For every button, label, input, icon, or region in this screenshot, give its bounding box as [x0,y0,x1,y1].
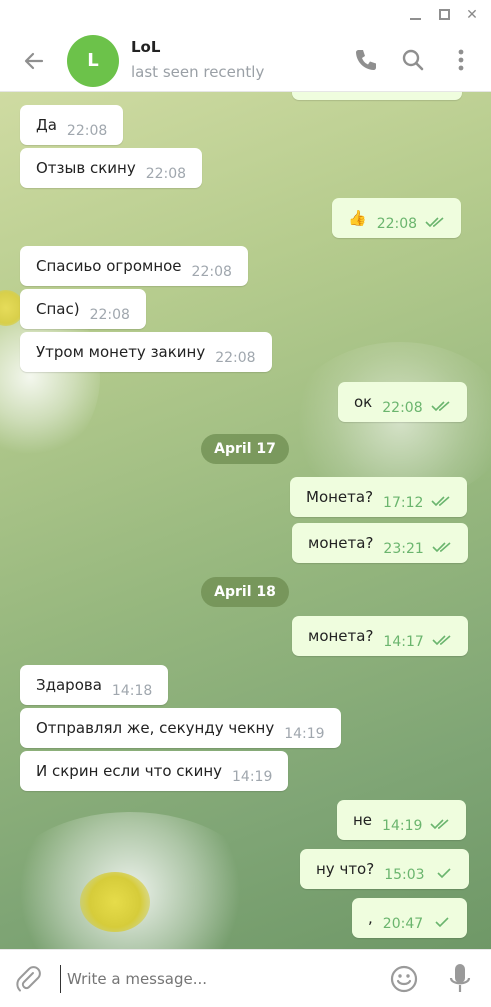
message-bubble-outgoing[interactable]: 👍 22:08 [332,198,462,238]
paperclip-icon[interactable] [14,964,42,994]
date-separator: April 18 [201,577,289,607]
double-check-icon [425,217,444,228]
chat-header: L LoL last seen recently [0,30,491,92]
message-text: Отправлял же, секунду чекну [36,719,275,737]
minimize-icon [410,18,421,20]
emoji-icon[interactable] [389,964,419,994]
message-text: Спас) [36,300,80,318]
message-text: , [368,909,373,927]
microphone-icon[interactable] [448,962,472,996]
phone-icon[interactable] [352,46,380,74]
maximize-button[interactable] [434,5,456,25]
message-bubble-outgoing[interactable]: ок 22:08 [338,382,467,422]
more-vertical-icon[interactable] [447,46,475,74]
chat-title[interactable]: LoL [131,38,160,56]
double-check-icon [431,401,450,412]
single-check-icon [435,917,449,928]
message-bubble-outgoing[interactable]: Монета? 17:12 [290,477,468,517]
close-button[interactable]: ✕ [461,5,483,25]
message-bubble-incoming[interactable]: Здарова 14:18 [20,665,169,705]
message-bubble-partial [292,92,462,100]
message-text: монета? [308,627,374,645]
message-time: 23:21 [383,541,424,557]
maximize-icon [439,9,450,20]
message-time: 14:19 [232,769,273,785]
message-time: 22:08 [215,350,256,366]
message-time: 14:18 [111,683,153,699]
message-bubble-incoming[interactable]: Отправлял же, секунду чекну 14:19 [20,708,341,748]
message-text: Отзыв скину [36,159,136,177]
double-check-icon [430,819,449,830]
date-separator: April 17 [201,434,289,464]
message-bubble-incoming[interactable]: Отзыв скину 22:08 [20,148,203,188]
single-check-icon [436,868,451,879]
message-time: 22:08 [89,307,130,323]
message-bubble-outgoing[interactable]: не 14:19 [337,800,467,840]
message-time: 22:08 [66,123,108,139]
message-time: 15:03 [384,867,425,883]
avatar[interactable]: L [67,35,119,87]
message-time: 17:12 [383,495,424,511]
message-text: И скрин если что скину [36,762,223,780]
message-time: 22:08 [376,216,418,232]
message-bubble-outgoing[interactable]: монета? 14:17 [292,616,468,656]
message-time: 22:08 [382,400,423,416]
double-check-icon [432,542,451,553]
message-time: 14:19 [382,818,423,834]
message-bubble-outgoing[interactable]: ну что? 15:03 [300,849,469,889]
double-check-icon [432,635,451,646]
message-time: 14:17 [383,634,424,650]
message-text: не [353,811,373,829]
double-check-icon [431,496,450,507]
message-bubble-incoming[interactable]: Да 22:08 [20,105,124,145]
message-input[interactable] [60,965,370,993]
message-text: Здарова [36,676,102,694]
message-text: Утром монету закину [36,343,206,361]
message-time: 22:08 [191,264,232,280]
message-text: монета? [308,534,374,552]
message-list: Да 22:08 Отзыв скину 22:08 👍 22:08 Спасиьо … [0,92,491,949]
message-time: 22:08 [145,166,187,182]
minimize-button[interactable] [405,5,427,25]
message-bubble-incoming[interactable]: Спасиьо огромное 22:08 [20,246,248,286]
chat-status: last seen recently [131,63,265,81]
chat-area[interactable]: Да 22:08 Отзыв скину 22:08 👍 22:08 Спасиьо … [0,92,491,949]
message-input-bar [0,949,491,1007]
message-text: Да [36,116,57,134]
message-bubble-incoming[interactable]: И скрин если что скину 14:19 [20,751,289,791]
message-text: ок [354,393,373,411]
message-bubble-outgoing[interactable]: монета? 23:21 [292,523,468,563]
arrow-left-icon[interactable] [20,47,48,75]
message-time: 20:47 [382,916,424,932]
message-text: Спасиьо огромное [36,257,182,275]
window-titlebar: ✕ [0,0,491,30]
message-text: Монета? [306,488,374,506]
message-bubble-outgoing[interactable]: , 20:47 [352,898,468,938]
message-time: 14:19 [284,726,325,742]
message-bubble-incoming[interactable]: Спас) 22:08 [20,289,146,329]
message-text: ну что? [316,860,375,878]
search-icon[interactable] [399,46,427,74]
message-bubble-incoming[interactable]: Утром монету закину 22:08 [20,332,272,372]
message-text: 👍 [348,209,367,227]
